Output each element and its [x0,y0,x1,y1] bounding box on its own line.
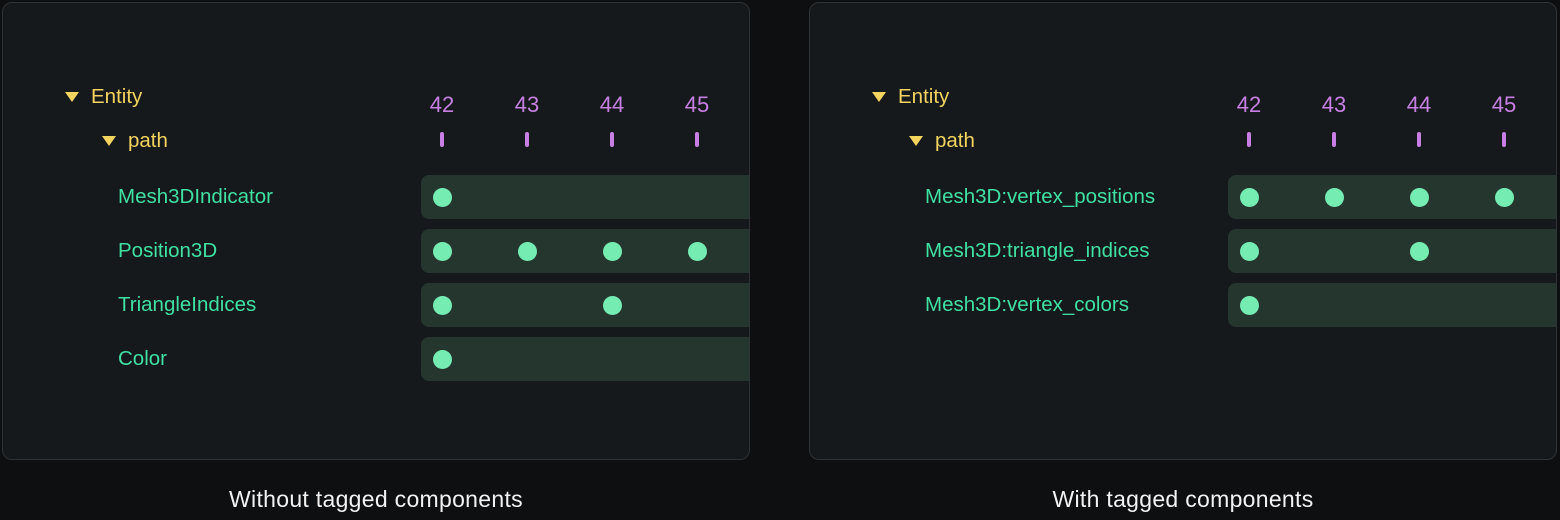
timeline-track[interactable] [421,337,750,381]
panel-with-tagged: Entity path 42 43 44 45 Mesh3D:vertex_position… [809,2,1557,460]
component-row-label[interactable]: Color [118,347,167,371]
component-row-label[interactable]: TriangleIndices [118,293,256,317]
timeline-track[interactable] [421,229,750,273]
timeline-track[interactable] [421,175,750,219]
timeline-tick-label: 43 [1304,92,1364,118]
timeline-tick-label: 42 [1219,92,1279,118]
tree-item-path[interactable]: path [102,128,168,154]
tree-item-label: path [128,129,168,153]
data-point-dot[interactable] [603,242,622,261]
component-row-label[interactable]: Mesh3DIndicator [118,185,273,209]
tree-item-label: Entity [91,85,142,109]
timeline-tick-label: 45 [1474,92,1534,118]
caption-with-tagged: With tagged components [809,486,1557,513]
data-point-dot[interactable] [1240,242,1259,261]
tree-item-label: Entity [898,85,949,109]
data-point-dot[interactable] [1495,188,1514,207]
timeline-tick-icon [1247,132,1251,147]
timeline-track[interactable] [1228,229,1557,273]
timeline-tick-icon [525,132,529,147]
timeline-tick-icon [695,132,699,147]
data-point-dot[interactable] [433,188,452,207]
component-row-label[interactable]: Position3D [118,239,217,263]
timeline-tick-label: 43 [497,92,557,118]
tree-item-entity[interactable]: Entity [65,84,142,110]
collapse-triangle-icon[interactable] [65,92,79,102]
timeline-track[interactable] [421,283,750,327]
collapse-triangle-icon[interactable] [872,92,886,102]
timeline-tick-icon [610,132,614,147]
collapse-triangle-icon[interactable] [102,136,116,146]
timeline-tick-label: 44 [1389,92,1449,118]
timeline-tick-label: 45 [667,92,727,118]
data-point-dot[interactable] [1240,188,1259,207]
data-point-dot[interactable] [1410,188,1429,207]
timeline-tick-label: 44 [582,92,642,118]
component-row-label[interactable]: Mesh3D:vertex_colors [925,293,1129,317]
caption-without-tagged: Without tagged components [2,486,750,513]
panel-without-tagged: Entity path 42 43 44 45 Mesh3DIndicator Positio… [2,2,750,460]
tree-item-path[interactable]: path [909,128,975,154]
timeline-tick-icon [1417,132,1421,147]
component-row-label[interactable]: Mesh3D:vertex_positions [925,185,1155,209]
data-point-dot[interactable] [433,242,452,261]
data-point-dot[interactable] [1410,242,1429,261]
tree-item-entity[interactable]: Entity [872,84,949,110]
timeline-track[interactable] [1228,283,1557,327]
component-row-label[interactable]: Mesh3D:triangle_indices [925,239,1149,263]
data-point-dot[interactable] [1240,296,1259,315]
data-point-dot[interactable] [433,350,452,369]
figure: Entity path 42 43 44 45 Mesh3DIndicator Positio… [0,0,1560,520]
collapse-triangle-icon[interactable] [909,136,923,146]
timeline-tick-icon [1332,132,1336,147]
tree-item-label: path [935,129,975,153]
data-point-dot[interactable] [688,242,707,261]
data-point-dot[interactable] [433,296,452,315]
timeline-tick-icon [1502,132,1506,147]
data-point-dot[interactable] [1325,188,1344,207]
data-point-dot[interactable] [518,242,537,261]
timeline-track[interactable] [1228,175,1557,219]
data-point-dot[interactable] [603,296,622,315]
timeline-tick-label: 42 [412,92,472,118]
timeline-tick-icon [440,132,444,147]
